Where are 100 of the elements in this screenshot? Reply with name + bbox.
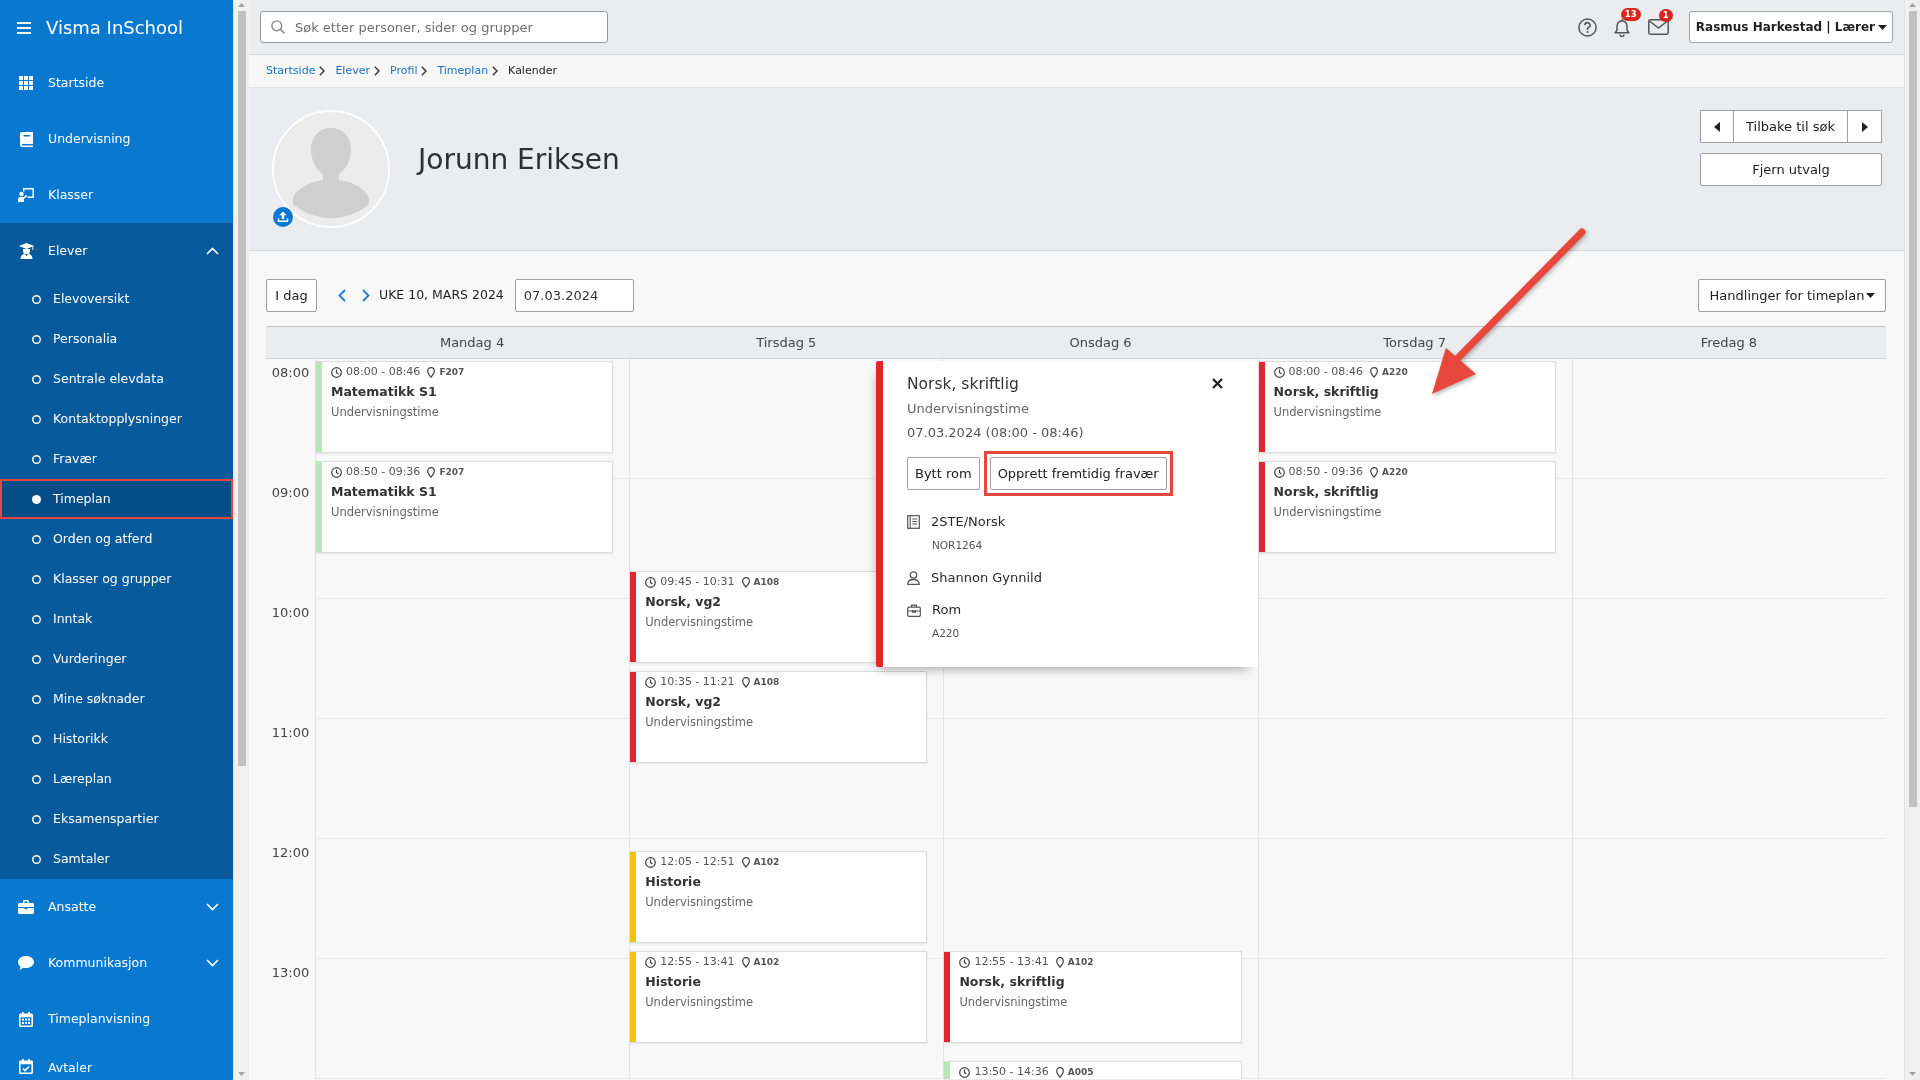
sidebar-subitem[interactable]: Fravær (0, 439, 233, 479)
detail-label: 2STE/Norsk (931, 513, 1006, 531)
circle-icon (32, 654, 41, 664)
sidebar-item[interactable]: Ansatte (0, 879, 233, 935)
schedule-actions-button[interactable]: Handlinger for timeplan (1698, 279, 1886, 312)
next-button[interactable] (1848, 110, 1882, 143)
calendar-event[interactable]: 12:55 - 13:41 A102 Norsk, skriftlig Undervisningstime (944, 951, 1242, 1043)
today-button[interactable]: I dag (266, 279, 317, 312)
calendar-icon[interactable] (19, 1011, 33, 1027)
user-menu-button[interactable]: Rasmus Harkestad | Lærer (1688, 11, 1893, 43)
date-field[interactable]: 07.03.2024 (514, 279, 634, 312)
scrollbar[interactable] (233, 0, 249, 1080)
app-title: Visma InSchool (46, 16, 184, 40)
sidebar-subitem[interactable]: Vurderinger (0, 639, 233, 679)
calendar-event[interactable]: 08:50 - 09:36 A220 Norsk, skriftlig Undervisningstime (1258, 461, 1556, 553)
message-badge: 1 (1658, 9, 1673, 22)
detail-value: NOR1264 (932, 539, 983, 551)
breadcrumb-link[interactable]: Elever (335, 62, 370, 80)
previous-button[interactable] (1700, 110, 1734, 143)
clock-icon (645, 676, 657, 688)
sidebar-item[interactable]: Elever (0, 223, 233, 279)
sidebar-item[interactable]: Avtaler (0, 1047, 233, 1078)
scrollbar-thumb[interactable] (237, 11, 246, 766)
location-pin-icon (427, 466, 436, 478)
sidebar-item[interactable]: Timeplanvisning (0, 991, 233, 1047)
help-icon[interactable] (1577, 17, 1597, 37)
calendar-event[interactable]: 12:05 - 12:51 A102 Historie Undervisningstime (630, 851, 928, 943)
sidebar-subitem[interactable]: Samtaler (0, 839, 233, 879)
breadcrumb-link[interactable]: Startside (266, 62, 316, 80)
circle-icon (32, 534, 41, 544)
graduate-icon[interactable] (18, 243, 34, 259)
sidebar-subitem[interactable]: Historikk (0, 719, 233, 759)
sidebar-subitem[interactable]: Orden og atferd (0, 519, 233, 559)
speech-bubble-icon[interactable] (18, 956, 34, 970)
grid-icon[interactable] (19, 76, 33, 90)
chalkboard-user-icon[interactable] (18, 188, 34, 202)
event-room: A108 (753, 676, 780, 689)
sidebar-subitem[interactable]: Timeplan (0, 479, 233, 519)
popup-button[interactable]: Bytt rom (907, 457, 980, 490)
calendar-check-icon[interactable] (19, 1059, 33, 1074)
chevron-up-icon[interactable] (206, 247, 219, 255)
popup-button[interactable]: Opprett fremtidig fravær (989, 457, 1167, 490)
filled-circle-icon (32, 494, 41, 504)
chevron-down-icon[interactable] (206, 959, 219, 967)
chevron-right-icon (492, 66, 499, 76)
sidebar-subitem[interactable]: Mine søknader (0, 679, 233, 719)
sidebar-subitem[interactable]: Personalia (0, 319, 233, 359)
sidebar-subitem[interactable]: Eksamenspartier (0, 799, 233, 839)
bell-icon[interactable] (1612, 17, 1631, 37)
calendar-event[interactable]: 12:55 - 13:41 A102 Historie Undervisningstime (630, 951, 928, 1043)
event-title: Norsk, skriftlig (959, 973, 1065, 991)
breadcrumb-link[interactable]: Timeplan (437, 62, 489, 80)
event-time: 10:35 - 11:21 (660, 674, 735, 690)
close-icon[interactable] (1212, 378, 1223, 389)
chevron-right-icon (421, 66, 428, 76)
sidebar-subitem[interactable]: Kontaktopplysninger (0, 399, 233, 439)
briefcase-icon[interactable] (18, 900, 34, 914)
calendar-event[interactable]: 08:00 - 08:46 F207 Matematikk S1 Undervisningstime (316, 361, 614, 453)
circle-icon (32, 454, 41, 464)
scrollbar[interactable] (1904, 0, 1920, 1080)
upload-icon[interactable] (273, 207, 293, 227)
sidebar-subitem[interactable]: Klasser og grupper (0, 559, 233, 599)
scrollbar-thumb[interactable] (1908, 11, 1917, 807)
previous-week-button[interactable] (338, 289, 346, 302)
envelope-icon[interactable] (1647, 19, 1669, 35)
day-heading: Torsdag 7 (1383, 333, 1447, 352)
sidebar-item[interactable]: Startside (0, 55, 233, 111)
event-room: A220 (1381, 466, 1408, 479)
breadcrumb-link[interactable]: Profil (390, 62, 418, 80)
calendar-event[interactable]: 10:35 - 11:21 A108 Norsk, vg2 Undervisningstime (630, 671, 928, 763)
calendar-event[interactable]: 08:00 - 08:46 A220 Norsk, skriftlig Undervisningstime (1258, 361, 1556, 453)
caret-left-icon (1714, 121, 1720, 132)
location-pin-icon (741, 956, 750, 968)
calendar-event[interactable]: 08:50 - 09:36 F207 Matematikk S1 Undervisningstime (316, 461, 614, 553)
sidebar-item[interactable]: Kommunikasjon (0, 935, 233, 991)
sidebar-subitem[interactable]: Inntak (0, 599, 233, 639)
search-field[interactable]: Søk etter personer, sider og grupper (260, 11, 608, 43)
day-heading: Mandag 4 (439, 333, 505, 352)
chevron-down-icon[interactable] (206, 903, 219, 911)
sidebar-item[interactable]: Undervisning (0, 111, 233, 167)
event-time: 09:45 - 10:31 (660, 574, 735, 590)
clear-selection-button[interactable]: Fjern utvalg (1700, 153, 1882, 186)
sidebar-subitem[interactable]: Læreplan (0, 759, 233, 799)
event-title: Matematikk S1 (331, 483, 437, 501)
location-pin-icon (1055, 1066, 1064, 1078)
day-heading: Fredag 8 (1700, 333, 1758, 352)
sidebar-item[interactable]: Klasser (0, 167, 233, 223)
popup-type: Undervisningstime (907, 401, 1029, 416)
menu-icon[interactable] (17, 21, 31, 34)
calendar-event[interactable]: 13:50 - 14:36 A005 (944, 1061, 1242, 1079)
event-type: Undervisningstime (645, 714, 754, 730)
chevron-right-icon (362, 289, 370, 302)
back-to-search-button[interactable]: Tilbake til søk (1734, 110, 1848, 143)
event-time: 12:05 - 12:51 (660, 854, 735, 870)
day-heading: Tirsdag 5 (756, 333, 817, 352)
book-icon[interactable] (19, 131, 33, 147)
next-week-button[interactable] (362, 289, 370, 302)
sidebar-subitem[interactable]: Elevoversikt (0, 279, 233, 319)
clock-icon (331, 366, 342, 378)
sidebar-subitem[interactable]: Sentrale elevdata (0, 359, 233, 399)
